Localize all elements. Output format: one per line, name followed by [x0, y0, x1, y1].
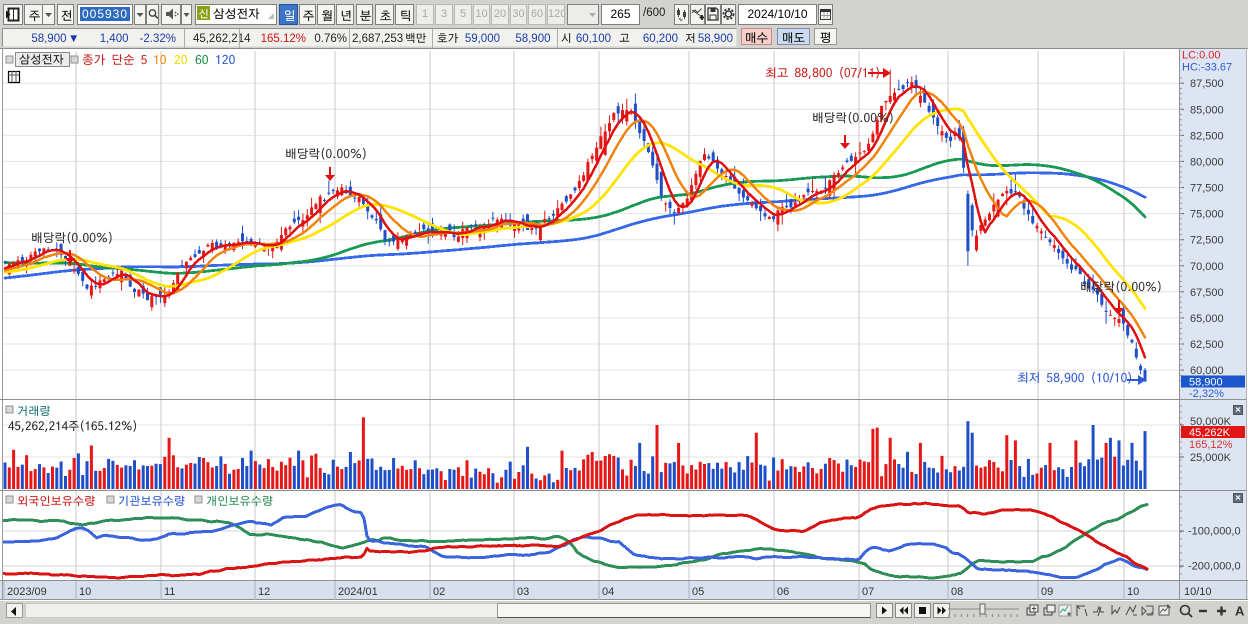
svg-text:45,262K: 45,262K — [1189, 427, 1231, 439]
svg-text:60,000: 60,000 — [1190, 365, 1224, 377]
svg-text:165,12%: 165,12% — [1189, 439, 1233, 451]
svg-text:LC:0.00: LC:0.00 — [1182, 50, 1221, 62]
svg-text:12: 12 — [258, 586, 270, 598]
svg-text:-2,32%: -2,32% — [1189, 388, 1224, 400]
svg-text:-100,000,0: -100,000,0 — [1188, 526, 1241, 538]
svg-text:HC:-33.67: HC:-33.67 — [1182, 62, 1232, 74]
svg-text:03: 03 — [517, 586, 529, 598]
svg-text:80,000: 80,000 — [1190, 156, 1224, 168]
svg-text:10: 10 — [1127, 586, 1139, 598]
svg-text:08: 08 — [951, 586, 963, 598]
svg-text:25,000K: 25,000K — [1190, 452, 1232, 464]
svg-text:11: 11 — [164, 586, 175, 598]
svg-text:06: 06 — [777, 586, 789, 598]
svg-text:70,000: 70,000 — [1190, 261, 1224, 273]
svg-text:62,500: 62,500 — [1190, 339, 1224, 351]
svg-text:02: 02 — [433, 586, 445, 598]
svg-text:87,500: 87,500 — [1190, 78, 1224, 90]
svg-text:82,500: 82,500 — [1190, 130, 1224, 142]
svg-text:65,000: 65,000 — [1190, 313, 1224, 325]
svg-text:04: 04 — [602, 586, 614, 598]
svg-text:75,000: 75,000 — [1190, 209, 1224, 221]
svg-text:10: 10 — [79, 586, 91, 598]
svg-text:72,500: 72,500 — [1190, 235, 1224, 247]
svg-text:-200,000,0: -200,000,0 — [1188, 561, 1241, 573]
svg-text:77,500: 77,500 — [1190, 183, 1224, 195]
svg-text:05: 05 — [692, 586, 704, 598]
svg-text:2024/01: 2024/01 — [338, 586, 378, 598]
svg-text:2023/09: 2023/09 — [7, 586, 47, 598]
svg-text:09: 09 — [1041, 586, 1053, 598]
svg-text:A: A — [1235, 604, 1245, 619]
svg-text:58,900: 58,900 — [1189, 377, 1223, 389]
svg-text:67,500: 67,500 — [1190, 287, 1224, 299]
svg-text:10/10: 10/10 — [1184, 586, 1212, 598]
svg-text:85,000: 85,000 — [1190, 104, 1224, 116]
svg-text:07: 07 — [862, 586, 874, 598]
